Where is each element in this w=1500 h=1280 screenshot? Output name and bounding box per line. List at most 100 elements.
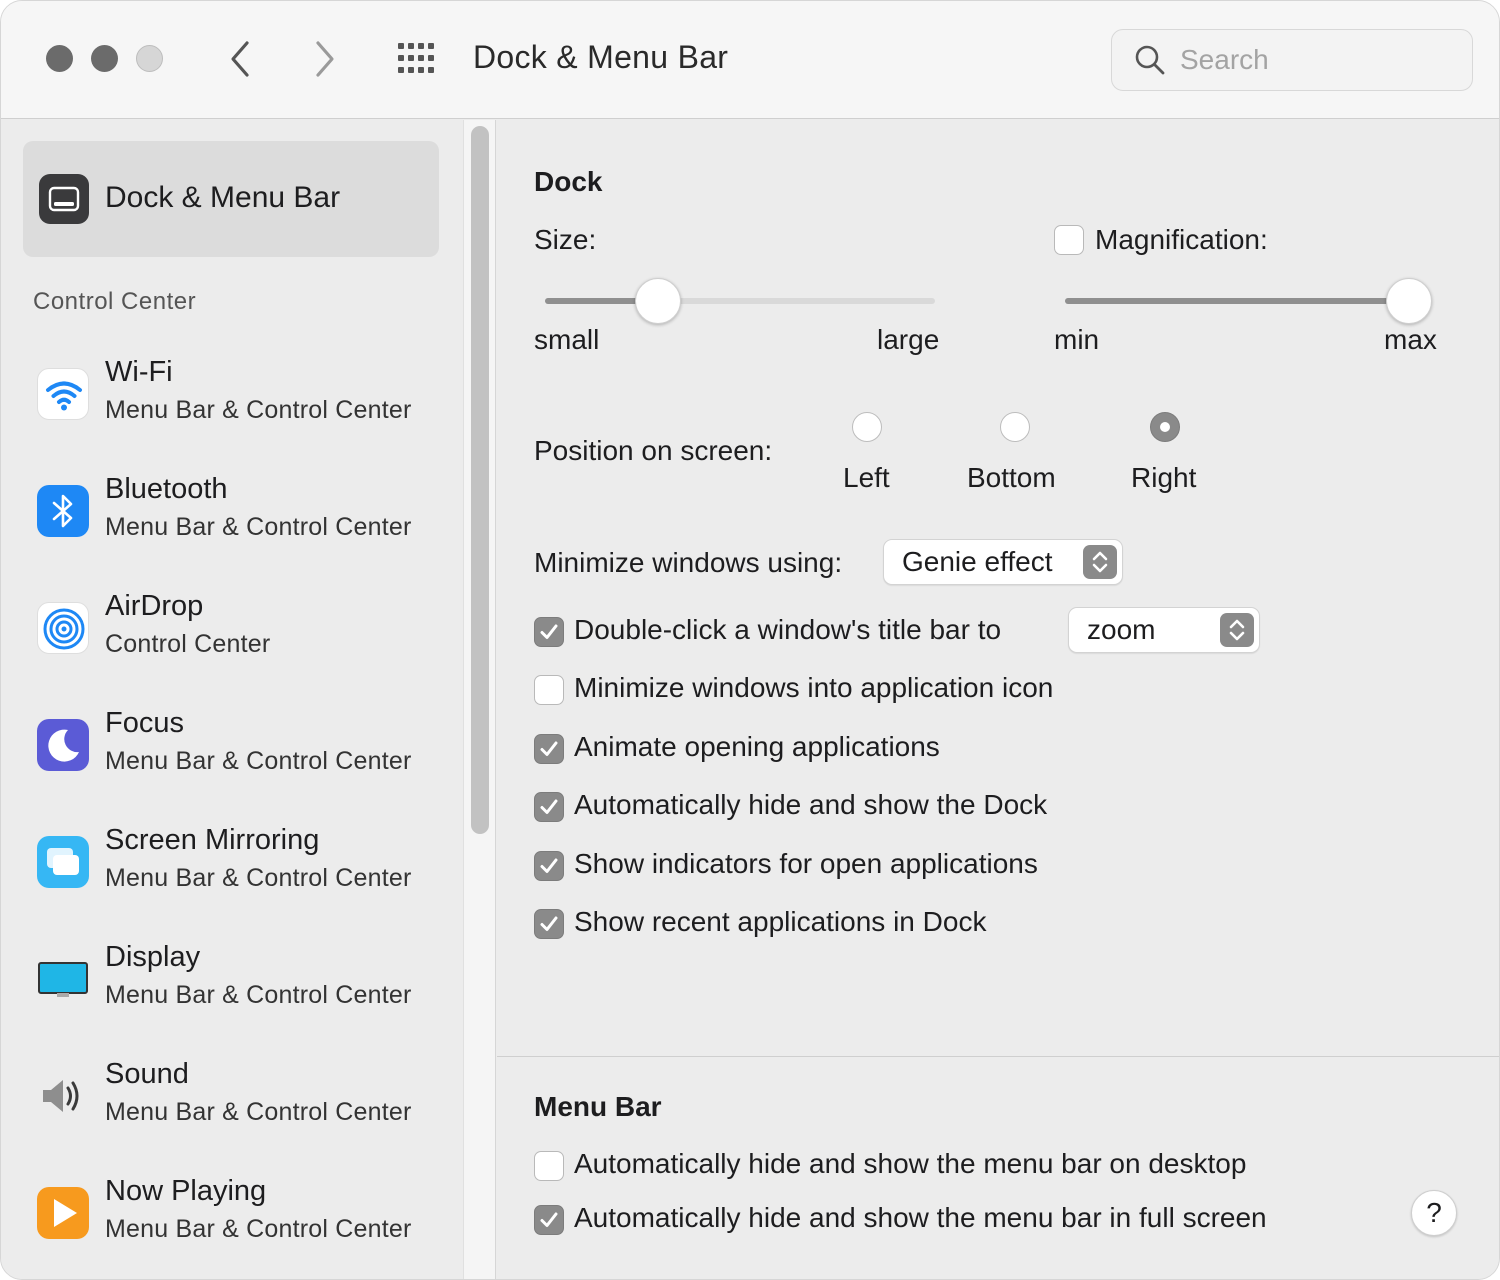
- autohide-menubar-fullscreen-checkbox[interactable]: [534, 1205, 564, 1235]
- wifi-icon: [37, 368, 89, 420]
- magnification-checkbox[interactable]: [1054, 225, 1084, 255]
- sidebar-item-subtitle: Menu Bar & Control Center: [105, 747, 412, 775]
- size-min-label: small: [534, 324, 600, 355]
- sidebar-item-focus[interactable]: Focus Menu Bar & Control Center: [23, 697, 439, 797]
- magnification-label: Magnification:: [1095, 224, 1268, 255]
- sidebar-item-wifi[interactable]: Wi-Fi Menu Bar & Control Center: [23, 346, 439, 446]
- sidebar-item-subtitle: Menu Bar & Control Center: [105, 864, 412, 892]
- popup-arrows-icon: [1220, 613, 1254, 647]
- position-right-label: Right: [1131, 462, 1197, 493]
- bluetooth-icon: [37, 485, 89, 537]
- magnification-min-label: min: [1054, 324, 1100, 355]
- section-header-control-center: Control Center: [33, 288, 197, 315]
- minimize-into-icon-checkbox[interactable]: [534, 675, 564, 705]
- close-window-button[interactable]: [46, 45, 73, 72]
- help-button[interactable]: ?: [1411, 1190, 1457, 1236]
- sidebar-item-label: Dock & Menu Bar: [105, 181, 341, 214]
- position-right-radio[interactable]: [1150, 412, 1180, 442]
- magnification-max-label: max: [1384, 324, 1437, 355]
- double-click-label: Double-click a window's title bar to: [574, 614, 1002, 645]
- show-indicators-checkbox[interactable]: [534, 851, 564, 881]
- sidebar-item-screen-mirroring[interactable]: Screen Mirroring Menu Bar & Control Cent…: [23, 814, 439, 914]
- sidebar-item-sound[interactable]: Sound Menu Bar & Control Center: [23, 1048, 439, 1148]
- popup-arrows-icon: [1083, 545, 1117, 579]
- position-bottom-label: Bottom: [967, 462, 1056, 493]
- section-divider: [497, 1056, 1499, 1057]
- airdrop-icon: [37, 602, 89, 654]
- minimize-effect-value: Genie effect: [902, 546, 1053, 577]
- toolbar: Dock & Menu Bar: [1, 1, 1499, 119]
- sidebar-item-display[interactable]: Display Menu Bar & Control Center: [23, 931, 439, 1031]
- search-icon: [1135, 45, 1165, 75]
- dock-menu-bar-icon: [39, 174, 89, 224]
- chevron-right-icon: [316, 41, 334, 77]
- minimize-window-button[interactable]: [91, 45, 118, 72]
- menu-bar-heading: Menu Bar: [534, 1091, 662, 1122]
- sidebar-item-airdrop[interactable]: AirDrop Control Center: [23, 580, 439, 680]
- sidebar-item-name: Bluetooth: [105, 473, 228, 505]
- chevron-left-icon: [231, 41, 249, 77]
- back-button[interactable]: [221, 39, 261, 79]
- size-slider-track[interactable]: [545, 298, 935, 304]
- sidebar-item-name: AirDrop: [105, 590, 204, 622]
- sidebar-item-dock-menu-bar[interactable]: Dock & Menu Bar: [23, 141, 439, 257]
- autohide-menubar-fullscreen-label: Automatically hide and show the menu bar…: [574, 1202, 1267, 1233]
- magnification-slider-knob[interactable]: [1386, 278, 1432, 324]
- search-input[interactable]: [1180, 40, 1460, 80]
- search-field[interactable]: [1111, 29, 1473, 91]
- sidebar-scrollbar[interactable]: [463, 120, 496, 1279]
- scrollbar-thumb[interactable]: [471, 126, 489, 834]
- window-title: Dock & Menu Bar: [473, 39, 729, 75]
- sidebar-item-name: Now Playing: [105, 1175, 267, 1207]
- show-recent-checkbox[interactable]: [534, 909, 564, 939]
- sidebar-item-name: Sound: [105, 1058, 189, 1090]
- double-click-action-popup[interactable]: zoom: [1068, 607, 1260, 653]
- sidebar-item-subtitle: Menu Bar & Control Center: [105, 981, 412, 1009]
- position-left-radio[interactable]: [852, 412, 882, 442]
- magnification-slider-track[interactable]: [1065, 298, 1409, 304]
- animate-opening-checkbox[interactable]: [534, 734, 564, 764]
- sidebar-item-subtitle: Menu Bar & Control Center: [105, 396, 412, 424]
- screen-mirroring-icon: [37, 836, 89, 888]
- double-click-action-value: zoom: [1087, 614, 1156, 645]
- size-slider-knob[interactable]: [635, 278, 682, 324]
- minimize-effect-popup[interactable]: Genie effect: [883, 539, 1123, 585]
- autohide-menubar-desktop-label: Automatically hide and show the menu bar…: [574, 1148, 1247, 1179]
- show-indicators-label: Show indicators for open applications: [574, 848, 1038, 879]
- position-bottom-radio[interactable]: [1000, 412, 1030, 442]
- show-all-button[interactable]: [396, 41, 440, 77]
- autohide-dock-label: Automatically hide and show the Dock: [574, 789, 1048, 820]
- minimize-into-icon-label: Minimize windows into application icon: [574, 672, 1054, 703]
- autohide-menubar-desktop-checkbox[interactable]: [534, 1151, 564, 1181]
- magnification-slider-fill: [1065, 298, 1409, 304]
- forward-button[interactable]: [304, 39, 344, 79]
- speaker-icon: [37, 1070, 89, 1122]
- main-panel: Dock Size: small large Magnification: mi…: [497, 120, 1499, 1279]
- play-icon: [37, 1187, 89, 1239]
- show-recent-label: Show recent applications in Dock: [574, 906, 987, 937]
- system-preferences-window: Dock & Menu Bar Dock & Menu Bar Control …: [0, 0, 1500, 1280]
- animate-opening-label: Animate opening applications: [574, 731, 940, 762]
- sidebar-item-subtitle: Control Center: [105, 630, 271, 658]
- dock-heading: Dock: [534, 166, 603, 197]
- sidebar-item-subtitle: Menu Bar & Control Center: [105, 513, 412, 541]
- sidebar: Dock & Menu Bar Control Center Wi-Fi Men…: [1, 120, 463, 1279]
- zoom-window-button[interactable]: [136, 45, 163, 72]
- autohide-dock-checkbox[interactable]: [534, 792, 564, 822]
- sidebar-item-name: Focus: [105, 707, 184, 739]
- grid-icon: [398, 43, 434, 73]
- sidebar-item-name: Screen Mirroring: [105, 824, 320, 856]
- size-label: Size:: [534, 224, 597, 255]
- minimize-using-label: Minimize windows using:: [534, 547, 843, 578]
- position-left-label: Left: [843, 462, 890, 493]
- sidebar-item-subtitle: Menu Bar & Control Center: [105, 1215, 412, 1243]
- size-max-label: large: [877, 324, 940, 355]
- moon-icon: [37, 719, 89, 771]
- sidebar-item-bluetooth[interactable]: Bluetooth Menu Bar & Control Center: [23, 463, 439, 563]
- sidebar-item-subtitle: Menu Bar & Control Center: [105, 1098, 412, 1126]
- double-click-checkbox[interactable]: [534, 617, 564, 647]
- sidebar-item-now-playing[interactable]: Now Playing Menu Bar & Control Center: [23, 1165, 439, 1265]
- sidebar-item-name: Display: [105, 941, 201, 973]
- sidebar-item-name: Wi-Fi: [105, 356, 173, 388]
- position-label: Position on screen:: [534, 435, 773, 466]
